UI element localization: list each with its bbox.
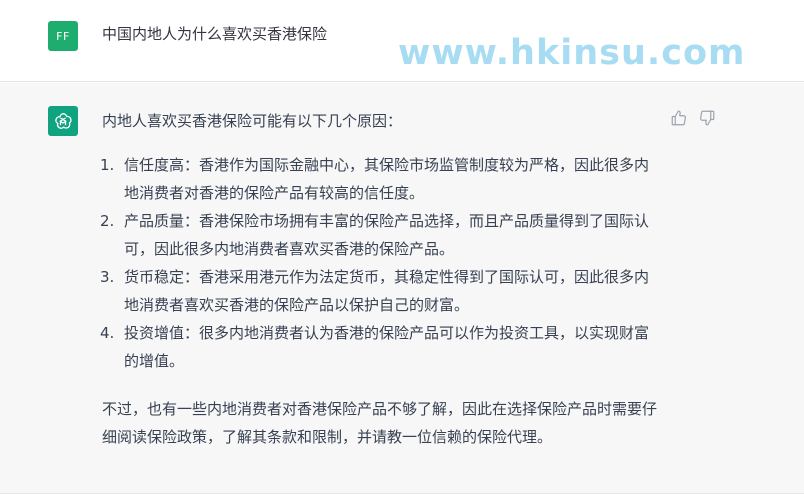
assistant-message-row: 内地人喜欢买香港保险可能有以下几个原因： 1. 信任度高：香港作为国际金融中心，… (0, 83, 804, 493)
list-item: 1. 信任度高：香港作为国际金融中心，其保险市场监管制度较为严格，因此很多内地消… (100, 151, 662, 207)
assistant-answer: 内地人喜欢买香港保险可能有以下几个原因： 1. 信任度高：香港作为国际金融中心，… (100, 107, 662, 451)
user-message-row: FF 中国内地人为什么喜欢买香港保险 www.hkinsu.com (0, 0, 804, 82)
list-item-text: 投资增值：很多内地消费者认为香港的保险产品可以作为投资工具，以实现财富的增值。 (124, 324, 650, 370)
feedback-buttons (670, 109, 716, 127)
thumbs-down-icon[interactable] (698, 109, 716, 127)
list-item-text: 货币稳定：香港采用港元作为法定货币，其稳定性得到了国际认可，因此很多内地消费者喜… (124, 268, 650, 314)
list-number: 3. (100, 268, 115, 286)
bottom-divider (0, 493, 804, 504)
list-item: 2. 产品质量：香港保险市场拥有丰富的保险产品选择，而且产品质量得到了国际认可，… (100, 207, 662, 263)
openai-logo-icon (48, 106, 78, 136)
list-item: 4. 投资增值：很多内地消费者认为香港的保险产品可以作为投资工具，以实现财富的增… (100, 319, 662, 375)
list-number: 2. (100, 212, 115, 230)
user-avatar: FF (48, 21, 78, 51)
list-number: 1. (100, 156, 115, 174)
list-number: 4. (100, 324, 115, 342)
answer-intro: 内地人喜欢买香港保险可能有以下几个原因： (102, 112, 403, 130)
user-message-text: 中国内地人为什么喜欢买香港保险 (102, 25, 328, 43)
list-item-text: 产品质量：香港保险市场拥有丰富的保险产品选择，而且产品质量得到了国际认可，因此很… (124, 212, 650, 258)
reasons-list: 1. 信任度高：香港作为国际金融中心，其保险市场监管制度较为严格，因此很多内地消… (100, 151, 662, 375)
list-item: 3. 货币稳定：香港采用港元作为法定货币，其稳定性得到了国际认可，因此很多内地消… (100, 263, 662, 319)
list-item-text: 信任度高：香港作为国际金融中心，其保险市场监管制度较为严格，因此很多内地消费者对… (124, 156, 650, 202)
answer-outro: 不过，也有一些内地消费者对香港保险产品不够了解，因此在选择保险产品时需要仔细阅读… (102, 400, 658, 446)
watermark: www.hkinsu.com (398, 33, 746, 73)
thumbs-up-icon[interactable] (670, 109, 688, 127)
